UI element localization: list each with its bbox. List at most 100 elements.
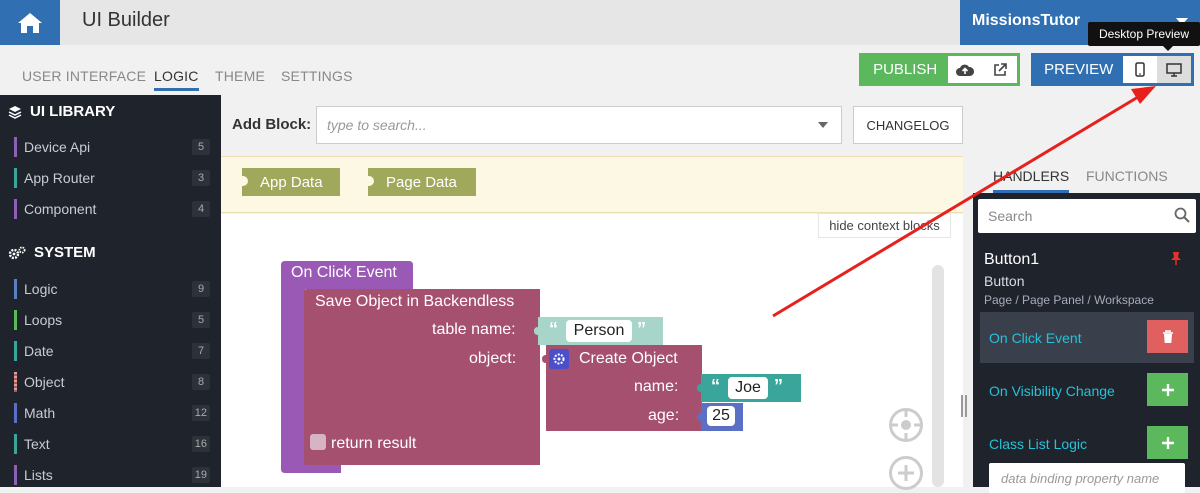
hide-context-blocks-button[interactable]: hide context blocks [818, 213, 951, 238]
item-count-badge: 8 [192, 374, 210, 390]
plus-icon [898, 465, 914, 481]
add-block-search-input[interactable]: type to search... [316, 106, 842, 144]
desktop-icon [1166, 62, 1182, 77]
component-path: Page / Page Panel / Workspace [984, 293, 1154, 307]
category-color-bar [14, 168, 17, 188]
tab-logic[interactable]: LOGIC [154, 68, 199, 91]
tab-handlers[interactable]: HANDLERS [993, 168, 1070, 193]
item-count-badge: 4 [192, 201, 210, 217]
sidebar-item-label: App Router [24, 170, 95, 186]
desktop-preview-tooltip: Desktop Preview [1088, 22, 1200, 46]
component-type: Button [984, 273, 1025, 289]
trash-icon [1162, 329, 1173, 343]
mobile-icon [1135, 62, 1146, 77]
event-block-title: On Click Event [291, 264, 397, 281]
sidebar-item-logic[interactable]: Logic 9 [14, 278, 210, 300]
plus-icon [1161, 383, 1174, 396]
context-block-page-data[interactable]: Page Data [368, 168, 476, 196]
chevron-down-icon[interactable] [818, 122, 828, 128]
publish-cloud-button[interactable] [948, 56, 982, 83]
handler-class-list-logic[interactable]: Class List Logic [980, 418, 1194, 469]
plus-icon [1161, 436, 1174, 449]
item-count-badge: 3 [192, 170, 210, 186]
name-property-label: name: [634, 378, 679, 395]
item-count-badge: 16 [191, 436, 210, 452]
sidebar-item-label: Logic [24, 281, 58, 297]
table-name-value[interactable]: Person [566, 320, 632, 342]
user-name: MissionsTutor [972, 12, 1081, 29]
sidebar-item-math[interactable]: Math 12 [14, 402, 210, 424]
panel-resize-handle[interactable] [961, 395, 967, 417]
sidebar-item-object[interactable]: Object 8 [14, 371, 210, 393]
return-result-label: return result [331, 435, 417, 452]
sidebar-item-label: Math [24, 405, 56, 421]
cloud-upload-icon [956, 64, 975, 76]
save-block-title: Save Object in Backendless [315, 293, 515, 310]
workspace-scrollbar[interactable] [932, 265, 944, 487]
tab-settings[interactable]: SETTINGS [281, 68, 353, 84]
category-color-bar [14, 434, 17, 454]
sidebar-item-date[interactable]: Date 7 [14, 340, 210, 362]
tab-theme[interactable]: THEME [215, 68, 265, 84]
sidebar-item-app-router[interactable]: App Router 3 [14, 167, 210, 189]
external-link-icon [994, 62, 1007, 76]
item-count-badge: 7 [192, 343, 210, 359]
category-color-bar [14, 465, 17, 485]
sidebar-item-device-api[interactable]: Device Api 5 [14, 136, 210, 158]
sidebar-item-label: Object [24, 374, 65, 390]
handler-on-click-event[interactable]: On Click Event [980, 312, 1194, 363]
tab-user-interface[interactable]: USER INTERFACE [22, 68, 146, 84]
item-count-badge: 5 [192, 312, 210, 328]
quote-open-icon: “ [549, 319, 558, 339]
gear-icon [553, 353, 565, 365]
data-binding-input[interactable]: data binding property name [989, 463, 1185, 493]
item-count-badge: 9 [192, 281, 210, 297]
preview-desktop-button[interactable] [1157, 56, 1191, 83]
name-value[interactable]: Joe [728, 377, 768, 399]
layers-icon [8, 105, 22, 119]
publish-group: PUBLISH [859, 53, 1020, 86]
add-handler-button[interactable] [1147, 373, 1188, 406]
create-object-title: Create Object [579, 350, 678, 367]
handler-on-visibility-change[interactable]: On Visibility Change [980, 365, 1194, 416]
system-header[interactable]: SYSTEM [8, 244, 96, 261]
home-icon [18, 12, 42, 33]
publish-button[interactable]: PUBLISH [862, 56, 949, 83]
category-color-bar [14, 341, 17, 361]
sidebar-item-text[interactable]: Text 16 [14, 433, 210, 455]
sidebar-item-label: Loops [24, 312, 63, 328]
object-label: object: [469, 350, 517, 367]
ui-library-header[interactable]: UI LIBRARY [8, 103, 115, 120]
item-count-badge: 5 [192, 139, 210, 155]
handler-label: On Visibility Change [989, 382, 1115, 399]
recenter-button[interactable] [889, 408, 923, 442]
pin-icon[interactable] [1170, 251, 1182, 265]
context-block-app-data[interactable]: App Data [242, 168, 340, 196]
category-color-bar [14, 199, 17, 219]
crosshair-icon [892, 411, 920, 439]
mutator-gear-button[interactable] [549, 349, 569, 369]
search-icon[interactable] [1174, 207, 1190, 223]
category-color-bar [14, 310, 17, 330]
tab-functions[interactable]: FUNCTIONS [1086, 168, 1168, 184]
home-button[interactable] [0, 0, 60, 45]
item-count-badge: 12 [191, 405, 210, 421]
changelog-button[interactable]: CHANGELOG [853, 106, 963, 144]
zoom-in-button[interactable] [889, 456, 923, 490]
preview-mobile-button[interactable] [1123, 56, 1157, 83]
add-handler-button[interactable] [1147, 426, 1188, 459]
ui-library-sidebar: UI LIBRARY Device Api 5 App Router 3 Com… [0, 95, 221, 487]
preview-group: PREVIEW [1031, 53, 1194, 86]
preview-button[interactable]: PREVIEW [1034, 56, 1124, 83]
sidebar-item-label: Device Api [24, 139, 91, 155]
context-block-label: Page Data [386, 173, 457, 191]
age-value[interactable]: 25 [707, 406, 735, 426]
return-result-checkbox[interactable] [310, 434, 326, 450]
delete-handler-button[interactable] [1147, 320, 1188, 353]
sidebar-item-loops[interactable]: Loops 5 [14, 309, 210, 331]
publish-open-button[interactable] [983, 56, 1017, 83]
handlers-search-input[interactable]: Search [978, 199, 1196, 233]
sidebar-item-component[interactable]: Component 4 [14, 198, 210, 220]
block-connector-notch [368, 176, 374, 186]
sidebar-item-lists[interactable]: Lists 19 [14, 464, 210, 486]
